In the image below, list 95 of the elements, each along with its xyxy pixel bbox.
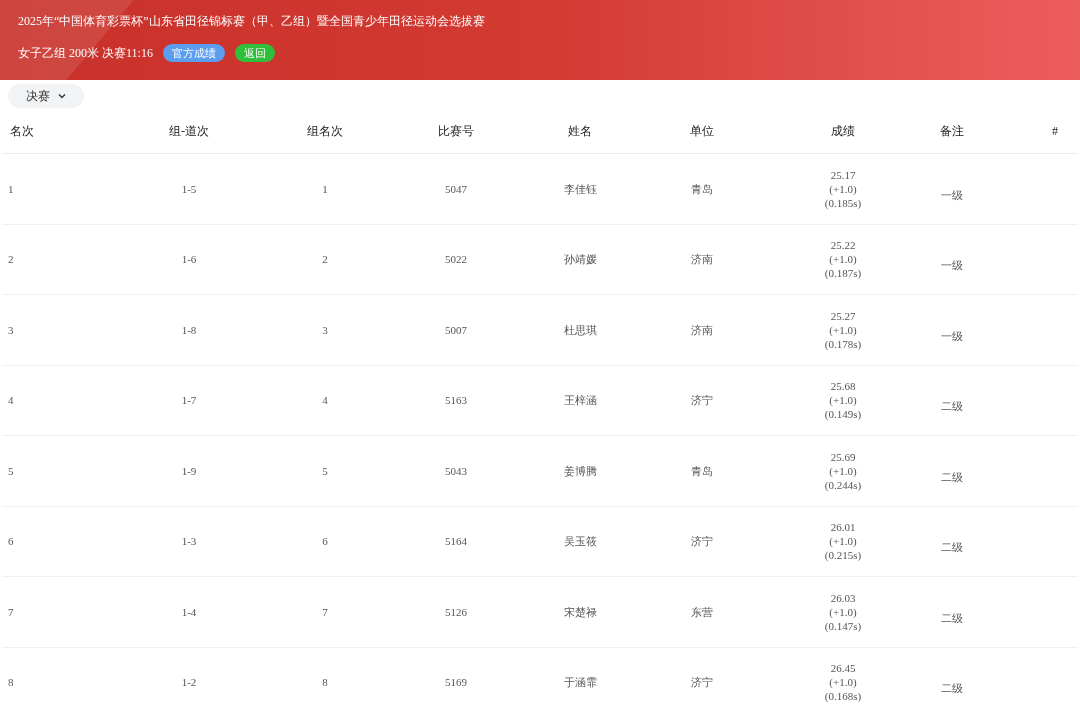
- column-header: 成绩: [830, 122, 856, 140]
- table-cell-text: 于涵霏: [562, 675, 598, 690]
- table-cell-text: 5043: [444, 463, 468, 479]
- table-cell-text: 一级: [940, 258, 964, 273]
- table-cell-text: 4: [7, 393, 15, 408]
- table-cell-text: 济南: [690, 252, 714, 267]
- table-cell-text: 8: [321, 675, 329, 690]
- column-header: 备注: [939, 122, 965, 140]
- table-cell-text: 2: [321, 252, 329, 267]
- event-title: 2025年“中国体育彩票杯”山东省田径锦标赛（甲、乙组）暨全国青少年田径运动会选拔赛: [18, 13, 486, 30]
- table-cell-text: 二级: [940, 540, 964, 555]
- table-cell-text: 姜博腾: [562, 463, 598, 479]
- result-time: 25.68: [830, 379, 856, 394]
- table-cell-text: 1-8: [180, 322, 198, 338]
- table-cell-text: 6: [321, 534, 329, 549]
- wind-reading: (+1.0): [829, 463, 857, 478]
- table-cell-text: 青岛: [690, 463, 714, 479]
- column-header: 比赛号: [437, 122, 475, 140]
- result-time: 25.69: [830, 449, 856, 464]
- wind-reading: (+1.0): [829, 393, 857, 408]
- table-cell-text: 5164: [444, 534, 468, 549]
- table-cell-text: 济宁: [690, 675, 714, 690]
- reaction-time: (0.244s): [824, 477, 862, 492]
- table-cell-text: 5: [7, 463, 15, 479]
- result-time: 25.27: [830, 308, 856, 323]
- column-header: #: [1051, 122, 1059, 140]
- wind-reading: (+1.0): [829, 181, 857, 196]
- reaction-time: (0.149s): [824, 407, 862, 422]
- table-cell-text: 5007: [444, 322, 468, 338]
- table-cell-text: 济宁: [690, 393, 714, 408]
- table-cell-text: 吴玉筱: [562, 534, 598, 549]
- official-results-button[interactable]: 官方成绩: [162, 44, 225, 62]
- table-cell-text: 7: [7, 604, 15, 620]
- result-time: 25.17: [830, 167, 856, 182]
- reaction-time: (0.215s): [824, 548, 862, 563]
- table-cell-text: 杜思琪: [562, 322, 598, 338]
- table-cell-text: 7: [321, 604, 329, 620]
- table-cell-text: 一级: [940, 328, 964, 344]
- table-cell-text: 5022: [444, 252, 468, 267]
- table-cell-text: 济宁: [690, 534, 714, 549]
- table-cell-text: 1: [321, 181, 329, 197]
- table-cell-text: 5: [321, 463, 329, 479]
- column-header: 组名次: [306, 122, 344, 140]
- table-cell-text: 4: [321, 393, 329, 408]
- reaction-time: (0.168s): [824, 689, 862, 704]
- table-cell-text: 青岛: [690, 181, 714, 197]
- wind-reading: (+1.0): [829, 252, 857, 267]
- back-button[interactable]: 返回: [234, 44, 275, 62]
- table-cell-text: 5169: [444, 675, 468, 690]
- column-header: 组-道次: [168, 122, 210, 140]
- table-cell-text: 6: [7, 534, 15, 549]
- table-cell-text: 一级: [940, 187, 964, 203]
- table-cell-text: 东营: [690, 604, 714, 620]
- table-cell-text: 孙靖媛: [562, 252, 598, 267]
- table-cell-text: 1-7: [180, 393, 198, 408]
- result-time: 26.45: [830, 661, 856, 676]
- table-cell-text: 3: [7, 322, 15, 338]
- wind-reading: (+1.0): [829, 675, 857, 690]
- table-cell-text: 2: [7, 252, 15, 267]
- round-dropdown[interactable]: 决赛: [8, 84, 84, 108]
- table-cell-text: 李佳钰: [562, 181, 598, 197]
- table-cell-text: 济南: [690, 322, 714, 338]
- wind-reading: (+1.0): [829, 322, 857, 337]
- table-cell-text: 宋楚禄: [562, 604, 598, 620]
- result-time: 25.22: [830, 238, 856, 253]
- reaction-time: (0.187s): [824, 266, 862, 281]
- table-cell-text: 1-4: [180, 604, 198, 620]
- column-header: 单位: [689, 122, 715, 140]
- table-cell-text: 二级: [940, 469, 964, 485]
- event-subtitle: 女子乙组 200米 决赛11:16: [18, 45, 153, 62]
- table-cell-text: 二级: [940, 681, 964, 696]
- table-cell-text: 二级: [940, 610, 964, 626]
- table-cell-text: 3: [321, 322, 329, 338]
- table-cell-text: 1-2: [180, 675, 198, 690]
- reaction-time: (0.147s): [824, 618, 862, 633]
- table-cell-text: 8: [7, 675, 15, 690]
- table-cell-text: 5126: [444, 604, 468, 620]
- reaction-time: (0.185s): [824, 195, 862, 210]
- table-cell-text: 王梓涵: [562, 393, 598, 408]
- wind-reading: (+1.0): [829, 604, 857, 619]
- reaction-time: (0.178s): [824, 336, 862, 351]
- column-header: 名次: [9, 122, 35, 140]
- table-cell-text: 二级: [940, 399, 964, 414]
- chevron-down-icon: [58, 93, 66, 99]
- table-cell-text: 1-5: [180, 181, 198, 197]
- table-cell-text: 5163: [444, 393, 468, 408]
- result-time: 26.01: [830, 520, 856, 535]
- table-cell-text: 1-9: [180, 463, 198, 479]
- wind-reading: (+1.0): [829, 534, 857, 549]
- table-cell-text: 1-3: [180, 534, 198, 549]
- result-time: 26.03: [830, 590, 856, 605]
- table-cell-text: 5047: [444, 181, 468, 197]
- table-cell-text: 1-6: [180, 252, 198, 267]
- column-header: 姓名: [567, 122, 593, 140]
- table-cell-text: 1: [7, 181, 15, 197]
